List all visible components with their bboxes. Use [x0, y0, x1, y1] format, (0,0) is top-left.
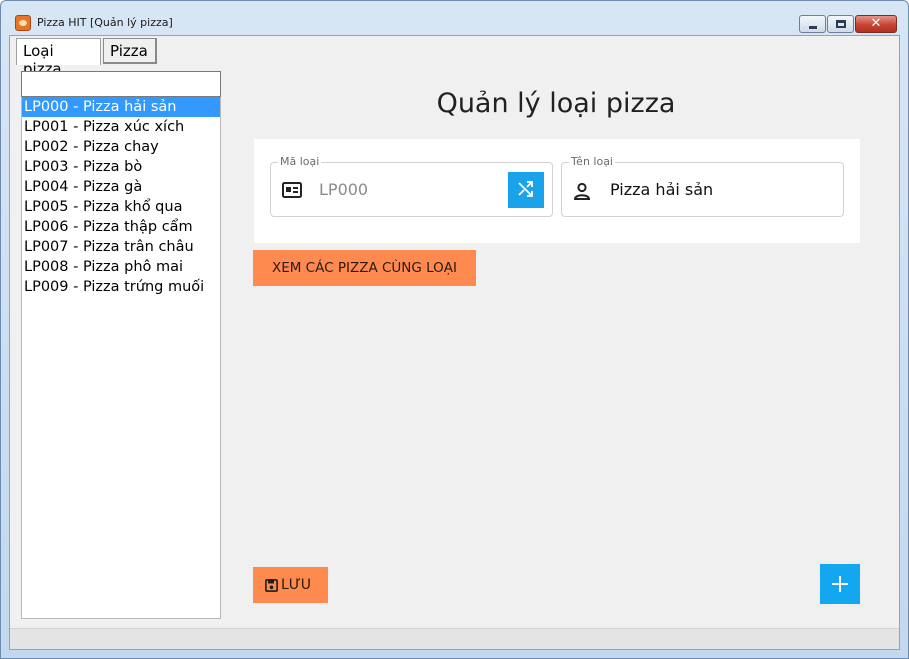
shuffle-icon	[516, 180, 536, 202]
ma-loai-label: Mã loại	[278, 155, 322, 168]
app-window: Pizza HIT [Quản lý pizza] ✕ Loại pizza P…	[0, 0, 909, 659]
ma-loai-input[interactable]: LP000	[319, 180, 368, 199]
close-button[interactable]: ✕	[855, 15, 897, 33]
minimize-icon	[809, 26, 817, 29]
pizza-type-list[interactable]: LP000 - Pizza hải sản LP001 - Pizza xúc …	[21, 97, 221, 619]
minimize-button[interactable]	[799, 15, 826, 33]
status-strip	[10, 628, 899, 649]
ten-loai-input[interactable]: Pizza hải sản	[610, 180, 713, 199]
save-button[interactable]: LƯU	[253, 567, 328, 603]
ten-loai-field[interactable]: Tên loại Pizza hải sản	[561, 155, 844, 217]
maximize-icon	[836, 20, 846, 28]
id-card-icon	[282, 182, 302, 200]
tab-loai-pizza[interactable]: Loại pizza	[16, 38, 101, 78]
list-item[interactable]: LP007 - Pizza trân châu	[22, 237, 220, 257]
list-item[interactable]: LP000 - Pizza hải sản	[22, 97, 220, 117]
list-item[interactable]: LP009 - Pizza trứng muối	[22, 277, 220, 297]
list-item[interactable]: LP003 - Pizza bò	[22, 157, 220, 177]
window-title: Pizza HIT [Quản lý pizza]	[37, 16, 173, 29]
page-title: Quản lý loại pizza	[436, 88, 676, 119]
list-item[interactable]: LP002 - Pizza chay	[22, 137, 220, 157]
view-same-type-pizzas-button[interactable]: XEM CÁC PIZZA CÙNG LOẠI	[253, 250, 476, 286]
list-item[interactable]: LP004 - Pizza gà	[22, 177, 220, 197]
list-item[interactable]: LP005 - Pizza khổ qua	[22, 197, 220, 217]
fields-card: Mã loại LP000 Tên loại Pizza hải sản	[254, 139, 860, 243]
save-button-label: LƯU	[281, 577, 312, 593]
close-icon: ✕	[870, 16, 882, 31]
generate-code-button[interactable]	[508, 172, 544, 208]
search-input[interactable]	[21, 71, 221, 97]
title-bar[interactable]: Pizza HIT [Quản lý pizza] ✕	[1, 1, 908, 33]
pizza-app-icon	[15, 15, 31, 31]
ma-loai-field[interactable]: Mã loại LP000	[270, 155, 553, 217]
maximize-button[interactable]	[827, 15, 854, 33]
list-item[interactable]: LP001 - Pizza xúc xích	[22, 117, 220, 137]
tab-pizza[interactable]: Pizza	[103, 38, 157, 64]
person-icon	[573, 182, 591, 200]
client-area: Loại pizza Pizza LP000 - Pizza hải sản L…	[9, 35, 900, 650]
add-button[interactable]	[820, 564, 860, 604]
list-item[interactable]: LP006 - Pizza thập cẩm	[22, 217, 220, 237]
list-item[interactable]: LP008 - Pizza phô mai	[22, 257, 220, 277]
ten-loai-label: Tên loại	[569, 155, 615, 168]
